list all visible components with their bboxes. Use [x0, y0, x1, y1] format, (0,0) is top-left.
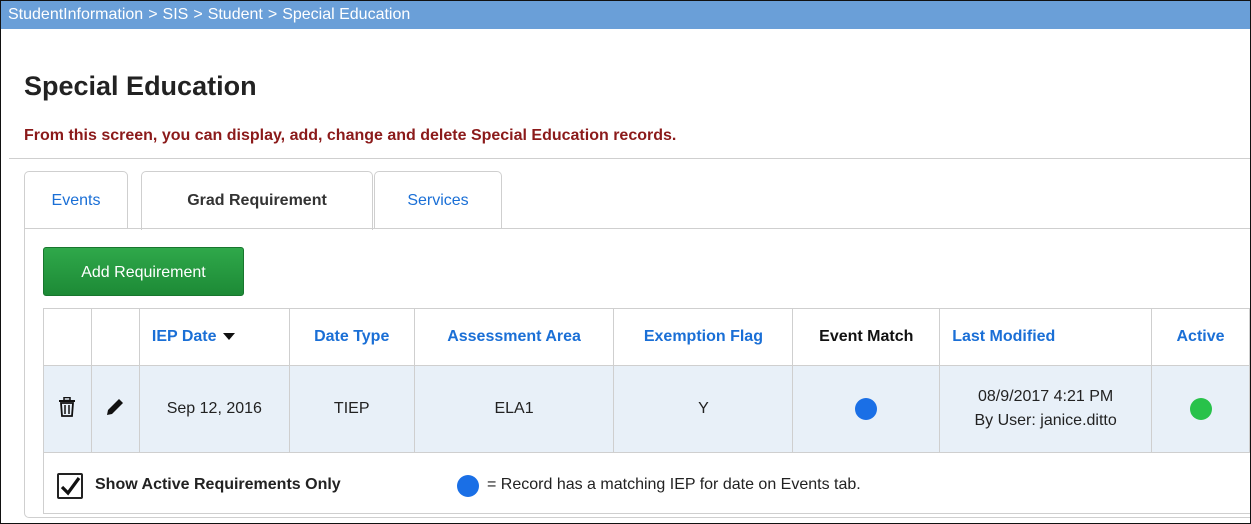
- iep-date-header-label: IEP Date: [151, 328, 217, 345]
- active-status-dot-icon: [1189, 398, 1212, 420]
- last-modified-date: 08/9/2017 4:21 PM: [978, 388, 1114, 405]
- show-active-checkbox[interactable]: [57, 473, 83, 499]
- page-subtitle: From this screen, you can display, add, …: [24, 127, 677, 144]
- add-requirement-button[interactable]: Add Requirement: [43, 247, 244, 296]
- breadcrumb-item[interactable]: StudentInformation: [8, 6, 143, 23]
- assessment-area-cell: ELA1: [413, 365, 615, 453]
- pencil-icon[interactable]: [105, 397, 125, 417]
- assessment-area-header[interactable]: Assessment Area: [413, 308, 615, 366]
- active-cell: [1151, 365, 1250, 453]
- edit-column-header: [90, 308, 140, 366]
- exemption-flag-cell: Y: [613, 365, 794, 453]
- delete-cell: [43, 365, 92, 453]
- tab-services[interactable]: Services: [374, 171, 502, 228]
- table-row: Sep 12, 2016 TIEP ELA1 Y 08/9/2017 4:21 …: [43, 365, 1250, 453]
- checkmark-icon: [60, 477, 81, 496]
- table-header-row: IEP Date Date Type Assessment Area Exemp…: [43, 308, 1250, 366]
- active-header[interactable]: Active: [1151, 308, 1250, 366]
- trash-icon[interactable]: [58, 396, 76, 417]
- event-match-header: Event Match: [792, 308, 941, 366]
- date-type-header[interactable]: Date Type: [288, 308, 415, 366]
- breadcrumb-item-current: Special Education: [282, 6, 411, 23]
- legend-text: = Record has a matching IEP for date on …: [487, 476, 861, 493]
- event-match-dot-icon: [855, 398, 878, 420]
- requirements-table: IEP Date Date Type Assessment Area Exemp…: [43, 308, 1250, 453]
- breadcrumb-separator: >: [148, 6, 158, 23]
- legend-blue-dot-icon: [457, 475, 479, 497]
- date-type-cell: TIEP: [288, 365, 415, 453]
- breadcrumb-separator: >: [193, 6, 203, 23]
- tab-events[interactable]: Events: [24, 171, 128, 228]
- divider: [9, 158, 1250, 159]
- last-modified-user: By User: janice.ditto: [974, 412, 1117, 429]
- breadcrumb-item[interactable]: SIS: [163, 6, 189, 23]
- last-modified-header[interactable]: Last Modified: [939, 308, 1153, 366]
- breadcrumb-separator: >: [267, 6, 278, 23]
- breadcrumb-item[interactable]: Student: [208, 6, 263, 23]
- last-modified-cell: 08/9/2017 4:21 PM By User: janice.ditto: [939, 365, 1153, 453]
- breadcrumb: StudentInformation > SIS > Student > Special E…: [1, 1, 1250, 29]
- iep-date-header[interactable]: IEP Date: [138, 308, 290, 366]
- page-title: Special Education: [24, 71, 257, 101]
- exemption-flag-header[interactable]: Exemption Flag: [613, 308, 794, 366]
- delete-column-header: [43, 308, 92, 366]
- iep-date-cell: Sep 12, 2016: [138, 365, 290, 453]
- sort-down-icon: [222, 333, 235, 341]
- event-match-cell: [792, 365, 941, 453]
- page-frame: StudentInformation > SIS > Student > Special E…: [0, 0, 1251, 524]
- tab-grad-requirement[interactable]: Grad Requirement: [141, 171, 373, 230]
- show-active-label[interactable]: Show Active Requirements Only: [95, 476, 341, 494]
- edit-cell: [90, 365, 140, 453]
